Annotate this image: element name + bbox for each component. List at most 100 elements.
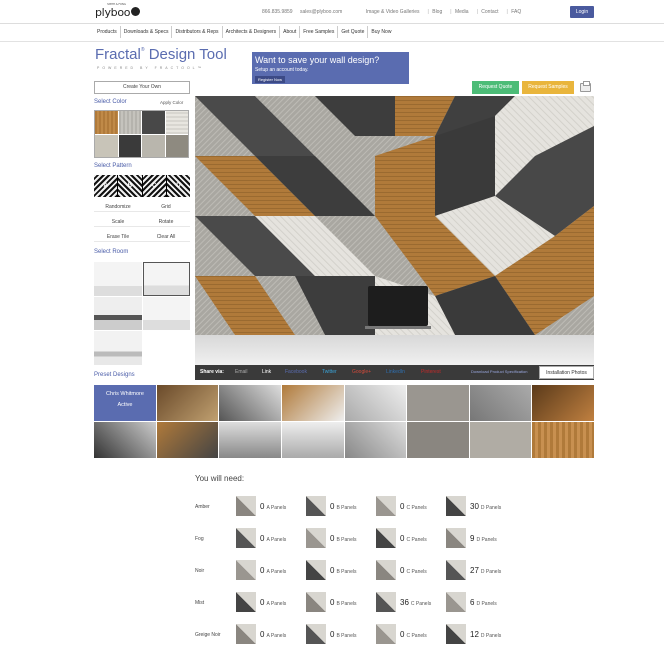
room-thumb[interactable]: [94, 331, 142, 365]
room-selector: [94, 262, 190, 365]
panel-count: 0B Panels: [306, 624, 368, 644]
panel-shape-icon: [306, 560, 326, 580]
swatch[interactable]: [165, 134, 188, 157]
nav-free-samples[interactable]: Free Samples: [300, 26, 339, 38]
preset-thumb[interactable]: [344, 385, 407, 421]
preset-thumb[interactable]: [156, 385, 219, 421]
panel-count: 0A Panels: [236, 528, 298, 548]
blog-link[interactable]: Blog: [432, 9, 442, 15]
scale-button[interactable]: Scale: [94, 217, 142, 227]
share-pinterest[interactable]: Pinterest: [421, 369, 441, 375]
erase-tile-button[interactable]: Erase Tile: [94, 232, 142, 242]
installation-photos-button[interactable]: Installation Photos: [539, 366, 594, 379]
galleries-link[interactable]: Image & Video Galleries: [366, 9, 420, 15]
register-button[interactable]: Register Now: [255, 76, 286, 83]
preset-thumb[interactable]: [532, 385, 594, 421]
panel-type-label: B Panels: [336, 569, 357, 575]
share-email[interactable]: Email: [235, 369, 248, 375]
preset-thumb[interactable]: [94, 422, 156, 458]
faq-link[interactable]: FAQ: [511, 9, 521, 15]
room-thumb[interactable]: [94, 296, 142, 331]
preset-thumb[interactable]: [469, 422, 532, 458]
nav-divider: [0, 41, 664, 42]
panel-count: 0C Panels: [376, 624, 438, 644]
nav-products[interactable]: Products: [94, 26, 121, 38]
wall-preview[interactable]: [195, 96, 594, 365]
swatch[interactable]: [95, 111, 118, 134]
room-thumb-selected[interactable]: [142, 262, 190, 296]
room-thumb[interactable]: [142, 296, 190, 331]
share-twitter[interactable]: Twitter: [322, 369, 337, 375]
preset-thumb[interactable]: [469, 385, 532, 421]
preset-thumb[interactable]: [219, 385, 281, 421]
preset-thumb[interactable]: [532, 422, 594, 458]
preset-thumb[interactable]: [344, 422, 407, 458]
main-nav: Products Downloads & Specs Distributors & …: [94, 26, 394, 40]
create-your-own-button[interactable]: Create Your Own: [94, 81, 190, 94]
nav-downloads[interactable]: Downloads & Specs: [121, 26, 173, 38]
nav-distributors[interactable]: Distributors & Reps: [172, 26, 223, 38]
clear-all-button[interactable]: Clear All: [142, 232, 190, 242]
active-preset-label: Active: [117, 402, 133, 408]
preset-thumb[interactable]: [156, 422, 219, 458]
pattern-c[interactable]: C: [142, 175, 166, 197]
pattern-b[interactable]: B: [118, 175, 142, 197]
email-link[interactable]: sales@plyboo.com: [300, 9, 342, 15]
contact-link[interactable]: Contact: [481, 9, 498, 15]
preset-thumb[interactable]: [407, 385, 469, 421]
swatch[interactable]: [95, 134, 118, 157]
swatch[interactable]: [118, 134, 141, 157]
preset-thumb[interactable]: [407, 422, 469, 458]
swatch[interactable]: [165, 111, 188, 134]
select-color-heading: Select Color: [94, 99, 127, 105]
preset-grid: [94, 385, 594, 458]
panel-shape-icon: [446, 592, 466, 612]
panel-shape-icon: [236, 560, 256, 580]
panel-count: 9D Panels: [446, 528, 508, 548]
preset-thumb[interactable]: [219, 422, 281, 458]
share-facebook[interactable]: Facebook: [285, 369, 307, 375]
swatch[interactable]: [142, 134, 165, 157]
panel-count-value: 9D Panels: [470, 534, 497, 543]
nav-about[interactable]: About: [280, 26, 301, 38]
room-thumb[interactable]: [94, 262, 142, 296]
select-pattern-heading: Select Pattern: [94, 163, 132, 169]
panel-shape-icon: [446, 560, 466, 580]
nav-buy-now[interactable]: Buy Now: [368, 26, 394, 38]
randomize-button[interactable]: Randomize: [94, 202, 142, 212]
request-samples-button[interactable]: Request Samples: [522, 81, 574, 94]
panel-count: 12 D Panels: [446, 624, 508, 644]
nav-architects[interactable]: Architects & Designers: [223, 26, 281, 38]
swatch[interactable]: [118, 111, 141, 134]
login-button[interactable]: Login: [570, 6, 594, 18]
share-google-plus[interactable]: Google+: [352, 369, 371, 375]
panel-type-label: C Panels: [406, 633, 427, 639]
grid-button[interactable]: Grid: [142, 202, 190, 212]
room-floor: [195, 335, 594, 365]
panel-type-label: D Panels: [480, 505, 502, 511]
print-icon[interactable]: [580, 81, 591, 92]
promo-subtext: Setup an account today.: [255, 67, 309, 73]
apply-color-link[interactable]: Apply Color: [160, 100, 183, 105]
panel-type-label: B Panels: [336, 601, 357, 607]
material-name: Fog: [195, 536, 204, 542]
pattern-d[interactable]: D: [166, 175, 190, 197]
panel-shape-icon: [236, 624, 256, 644]
pattern-a[interactable]: A: [94, 175, 118, 197]
material-name: Noir: [195, 568, 205, 574]
media-link[interactable]: Media: [455, 9, 469, 15]
active-preset[interactable]: Chris Whitmore Active: [94, 385, 156, 421]
swatch[interactable]: [142, 111, 165, 134]
rotate-button[interactable]: Rotate: [142, 217, 190, 227]
share-linkedin[interactable]: LinkedIn: [386, 369, 405, 375]
panel-count-value: 0A Panels: [260, 502, 287, 511]
preset-thumb[interactable]: [281, 422, 344, 458]
preset-thumb[interactable]: [281, 385, 344, 421]
share-link[interactable]: Link: [262, 369, 271, 375]
panel-count: 0C Panels: [376, 496, 438, 516]
panel-shape-icon: [306, 592, 326, 612]
plyboo-logo[interactable]: SMITH & FONG plyboo: [95, 2, 141, 19]
nav-get-quote[interactable]: Get Quote: [338, 26, 369, 38]
request-quote-button[interactable]: Request Quote: [472, 81, 519, 94]
download-spec-link[interactable]: Download Product Specification: [471, 369, 527, 374]
